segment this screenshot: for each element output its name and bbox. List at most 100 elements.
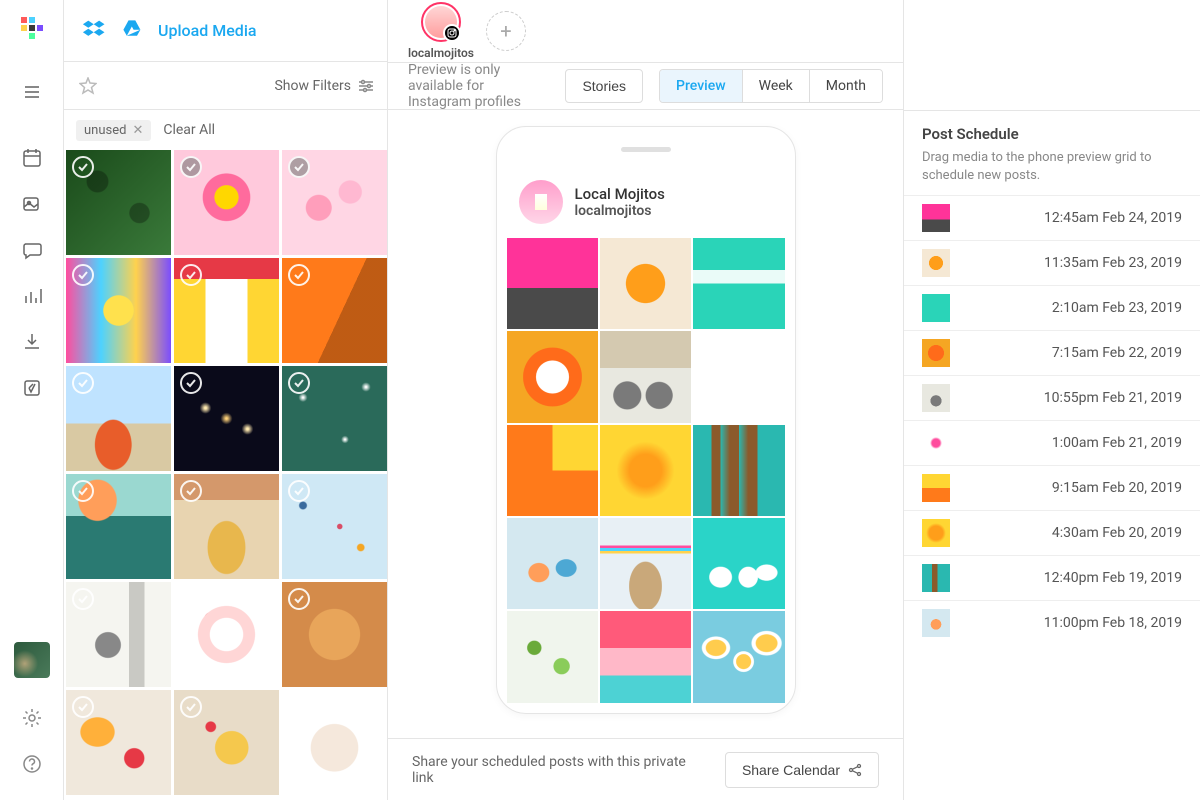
ig-post[interactable]	[600, 238, 691, 329]
show-filters-button[interactable]: Show Filters	[274, 77, 375, 95]
check-icon	[288, 372, 310, 394]
media-icon[interactable]	[12, 184, 52, 224]
schedule-item[interactable]: 11:00pm Feb 18, 2019	[904, 600, 1200, 645]
ig-post[interactable]	[693, 331, 784, 422]
schedule-hint: Drag media to the phone preview grid to …	[922, 149, 1182, 185]
google-drive-icon[interactable]	[120, 17, 144, 45]
upload-media-link[interactable]: Upload Media	[158, 21, 257, 40]
schedule-item[interactable]: 1:00am Feb 21, 2019	[904, 420, 1200, 465]
schedule-thumb	[922, 519, 950, 547]
phone-notch	[621, 147, 671, 152]
media-item[interactable]	[66, 474, 171, 579]
media-item[interactable]	[174, 582, 279, 687]
conversations-icon[interactable]	[12, 230, 52, 270]
media-item[interactable]	[282, 474, 387, 579]
ig-post[interactable]	[507, 611, 598, 702]
media-item[interactable]	[66, 258, 171, 363]
add-profile-button[interactable]: +	[486, 11, 526, 51]
user-avatar[interactable]	[14, 642, 50, 678]
schedule-time: 9:15am Feb 20, 2019	[1052, 480, 1182, 496]
schedule-thumb	[922, 204, 950, 232]
schedule-title: Post Schedule	[922, 125, 1182, 143]
linkinbio-icon[interactable]	[12, 368, 52, 408]
schedule-thumb	[922, 384, 950, 412]
calendar-icon[interactable]	[12, 138, 52, 178]
schedule-item[interactable]: 12:40pm Feb 19, 2019	[904, 555, 1200, 600]
help-icon[interactable]	[12, 744, 52, 784]
show-filters-label: Show Filters	[274, 78, 351, 94]
stories-button[interactable]: Stories	[565, 69, 643, 103]
ig-feed-grid[interactable]	[507, 238, 785, 703]
check-icon	[72, 264, 94, 286]
view-tab-preview[interactable]: Preview	[660, 70, 743, 102]
media-item[interactable]	[66, 366, 171, 471]
ig-post[interactable]	[600, 611, 691, 702]
profile-chip[interactable]: localmojitos	[408, 2, 474, 60]
media-item[interactable]	[282, 258, 387, 363]
settings-icon[interactable]	[12, 698, 52, 738]
schedule-item[interactable]: 7:15am Feb 22, 2019	[904, 330, 1200, 375]
media-item[interactable]	[174, 366, 279, 471]
download-icon[interactable]	[12, 322, 52, 362]
close-icon[interactable]: ✕	[132, 123, 143, 138]
media-item[interactable]	[282, 366, 387, 471]
share-bar: Share your scheduled posts with this pri…	[388, 738, 903, 800]
schedule-time: 10:55pm Feb 21, 2019	[1044, 390, 1182, 406]
ig-profile-header: Local Mojitos localmojitos	[507, 172, 785, 238]
star-icon[interactable]	[76, 74, 100, 98]
share-icon	[848, 763, 862, 777]
analytics-icon[interactable]	[12, 276, 52, 316]
schedule-item[interactable]: 10:55pm Feb 21, 2019	[904, 375, 1200, 420]
media-item[interactable]	[66, 150, 171, 255]
ig-post[interactable]	[507, 331, 598, 422]
share-text: Share your scheduled posts with this pri…	[412, 754, 709, 786]
media-item[interactable]	[66, 690, 171, 795]
media-item[interactable]	[174, 690, 279, 795]
hamburger-icon[interactable]	[12, 72, 52, 112]
check-icon	[288, 480, 310, 502]
media-item[interactable]	[174, 258, 279, 363]
schedule-item[interactable]: 2:10am Feb 23, 2019	[904, 285, 1200, 330]
filter-tags: unused ✕ Clear All	[64, 110, 387, 150]
media-item[interactable]	[66, 582, 171, 687]
ig-post[interactable]	[600, 425, 691, 516]
ig-post[interactable]	[600, 518, 691, 609]
ig-post[interactable]	[693, 425, 784, 516]
ig-post[interactable]	[693, 518, 784, 609]
ig-post[interactable]	[507, 425, 598, 516]
ig-post[interactable]	[507, 518, 598, 609]
ig-post[interactable]	[600, 331, 691, 422]
app-logo	[16, 12, 48, 44]
media-item[interactable]	[174, 150, 279, 255]
filter-tag-unused[interactable]: unused ✕	[76, 120, 151, 141]
view-tab-week[interactable]: Week	[743, 70, 810, 102]
check-icon	[72, 156, 94, 178]
ig-post[interactable]	[693, 238, 784, 329]
schedule-time: 2:10am Feb 23, 2019	[1052, 300, 1182, 316]
preview-note: Preview is only available for Instagram …	[408, 62, 549, 110]
phone-preview-area: Local Mojitos localmojitos	[388, 110, 903, 738]
media-library: Upload Media Show Filters unused ✕ Clear…	[64, 0, 388, 800]
dropbox-icon[interactable]	[82, 17, 106, 45]
ig-post[interactable]	[507, 238, 598, 329]
schedule-item[interactable]: 12:45am Feb 24, 2019	[904, 195, 1200, 240]
schedule-thumb	[922, 429, 950, 457]
share-calendar-button[interactable]: Share Calendar	[725, 752, 879, 788]
clear-all-button[interactable]: Clear All	[163, 122, 215, 138]
media-item[interactable]	[282, 150, 387, 255]
library-header: Upload Media	[64, 0, 387, 62]
check-icon	[72, 480, 94, 502]
schedule-item[interactable]: 4:30am Feb 20, 2019	[904, 510, 1200, 555]
view-tab-month[interactable]: Month	[810, 70, 882, 102]
schedule-item[interactable]: 9:15am Feb 20, 2019	[904, 465, 1200, 510]
ig-post[interactable]	[693, 611, 784, 702]
check-icon	[72, 588, 94, 610]
filter-tag-label: unused	[84, 123, 126, 138]
check-icon	[180, 588, 202, 610]
schedule-item[interactable]: 11:35am Feb 23, 2019	[904, 240, 1200, 285]
media-item[interactable]	[282, 582, 387, 687]
media-item[interactable]	[282, 690, 387, 795]
media-item[interactable]	[174, 474, 279, 579]
schedule-time: 12:45am Feb 24, 2019	[1044, 210, 1182, 226]
check-icon	[288, 156, 310, 178]
